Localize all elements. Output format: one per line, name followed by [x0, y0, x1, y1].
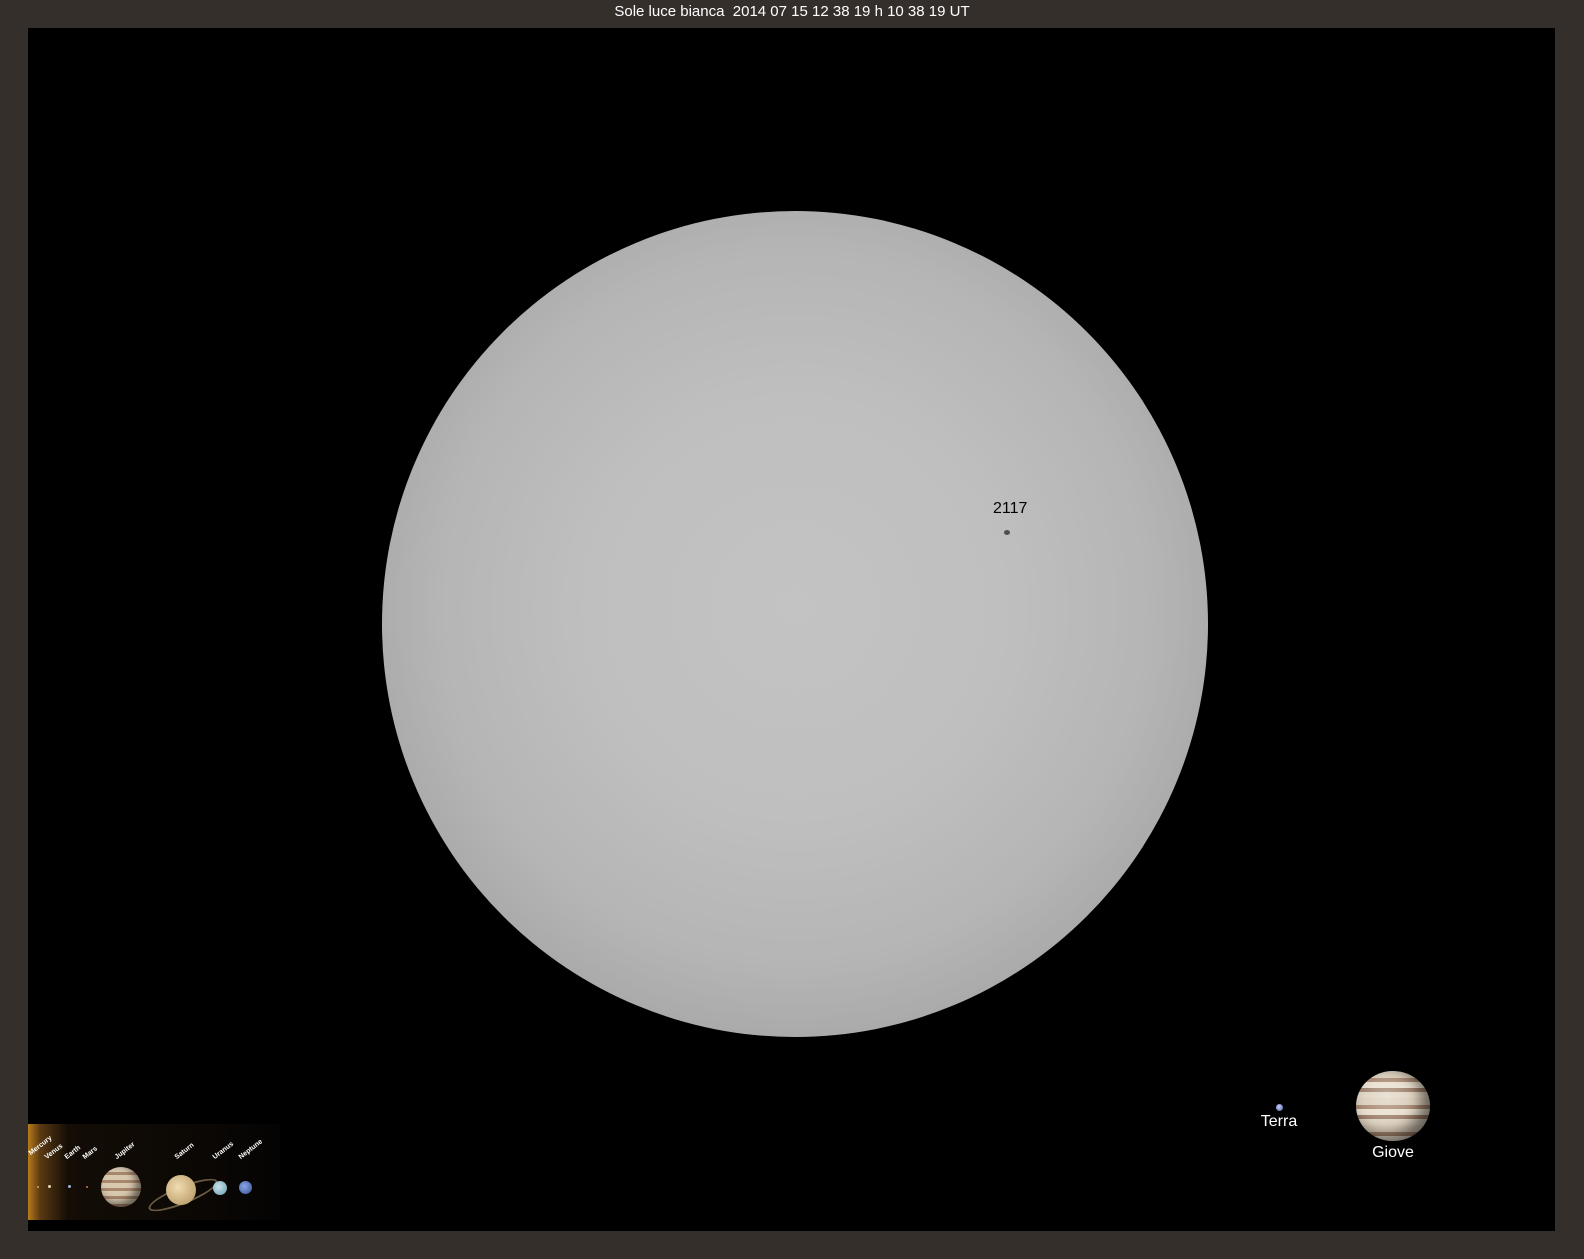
inset-saturn: [166, 1175, 196, 1205]
earth-scale-marker: [1276, 1104, 1283, 1111]
inset-uranus: [213, 1181, 227, 1195]
jupiter-label: Giove: [1372, 1144, 1414, 1161]
inset-label-jupiter: Jupiter: [113, 1141, 137, 1161]
inset-mercury: [37, 1186, 39, 1188]
planet-size-inset: Mercury Venus Earth Mars Jupiter Saturn …: [28, 1124, 280, 1220]
image-frame: 2117 Terra Giove Mercury Venus Earth Mar…: [28, 28, 1555, 1231]
inset-label-venus: Venus: [43, 1142, 65, 1161]
sunspot-region-label: 2117: [993, 500, 1028, 517]
inset-earth: [68, 1185, 71, 1188]
inset-neptune: [239, 1181, 252, 1194]
image-title: Sole luce bianca 2014 07 15 12 38 19 h 1…: [614, 3, 970, 20]
inset-mars: [86, 1186, 88, 1188]
earth-label: Terra: [1260, 1113, 1298, 1130]
sun-disk: [382, 211, 1208, 1037]
inset-label-earth: Earth: [63, 1144, 83, 1161]
sunspot: [1004, 530, 1010, 535]
inset-venus: [48, 1185, 51, 1188]
inset-label-uranus: Uranus: [211, 1140, 236, 1161]
inset-jupiter: [101, 1167, 141, 1207]
inset-label-saturn: Saturn: [173, 1141, 196, 1161]
jupiter-scale-image: [1356, 1071, 1430, 1141]
inset-label-mars: Mars: [81, 1145, 99, 1161]
inset-label-neptune: Neptune: [237, 1138, 265, 1161]
